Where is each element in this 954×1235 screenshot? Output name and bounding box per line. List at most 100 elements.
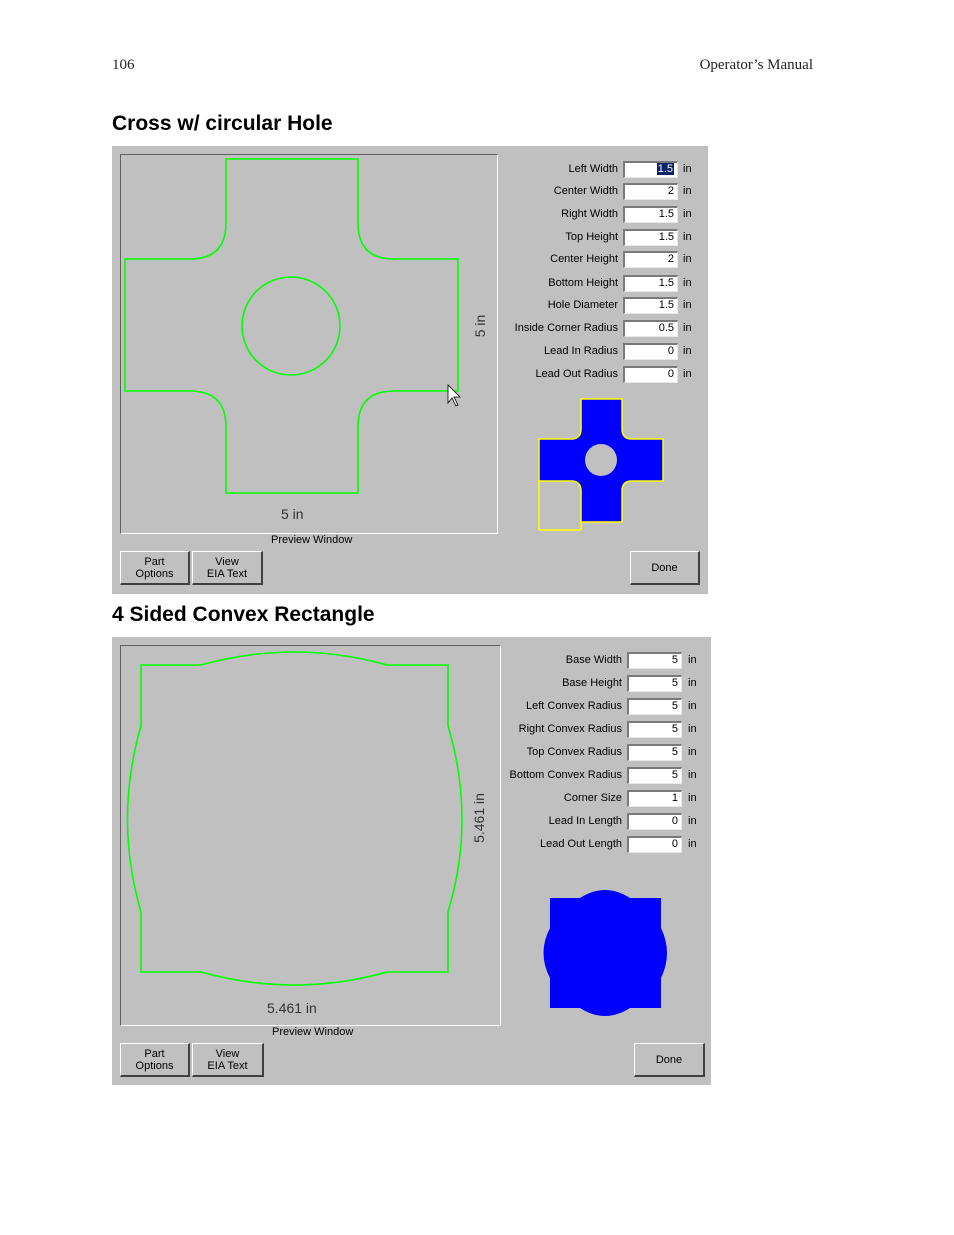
preview-window: 5 in 5 in <box>120 154 498 534</box>
unit-label: in <box>688 838 697 850</box>
convex-thumbnail <box>543 890 667 1016</box>
field-base-height: Base Height <box>506 675 622 693</box>
unit-label: in <box>683 345 692 357</box>
unit-label: in <box>683 368 692 380</box>
field-label: Lead In Length <box>548 815 622 827</box>
convex-dialog: 5.461 in 5.461 in Preview Window Base Wi… <box>112 637 711 1085</box>
field-label: Lead Out Radius <box>535 368 618 380</box>
field-label: Base Height <box>562 677 622 689</box>
field-base-width: Base Width <box>506 652 622 670</box>
unit-label: in <box>683 163 692 175</box>
convex-outline <box>126 651 463 986</box>
done-button[interactable]: Done <box>634 1043 705 1077</box>
field-bottom-height: Bottom Height <box>508 275 618 293</box>
height-dimension: 5.461 in <box>471 793 487 843</box>
done-button[interactable]: Done <box>630 551 700 585</box>
bottom-height-input[interactable]: 1.5 <box>623 275 678 292</box>
field-label: Top Height <box>565 231 618 243</box>
view-eia-text-button[interactable]: View EIA Text <box>192 551 263 585</box>
bottom-convex-radius-input[interactable]: 5 <box>627 767 682 784</box>
field-center-width: Center Width <box>508 183 618 201</box>
unit-label: in <box>688 654 697 666</box>
top-height-input[interactable]: 1.5 <box>623 229 678 246</box>
unit-label: in <box>688 700 697 712</box>
part-options-button[interactable]: Part Options <box>120 551 190 585</box>
field-right-width: Right Width <box>508 206 618 224</box>
cross-dialog: 5 in 5 in Preview Window Left Width 1.5 … <box>112 146 708 594</box>
field-label: Center Height <box>550 253 618 265</box>
field-bottom-convex-radius: Bottom Convex Radius <box>496 767 623 785</box>
field-label: Lead Out Length <box>540 838 622 850</box>
field-left-width: Left Width <box>508 161 618 179</box>
field-lead-out-radius: Lead Out Radius <box>508 366 618 384</box>
width-dimension: 5.461 in <box>267 1000 317 1016</box>
field-lead-in-length: Lead In Length <box>506 813 622 831</box>
base-height-input[interactable]: 5 <box>627 675 682 692</box>
right-width-input[interactable]: 1.5 <box>623 206 678 223</box>
field-center-height: Center Height <box>508 251 618 269</box>
view-eia-text-button[interactable]: View EIA Text <box>192 1043 264 1077</box>
unit-label: in <box>688 746 697 758</box>
hole-diameter-input[interactable]: 1.5 <box>623 297 678 314</box>
cross-shape <box>124 158 459 494</box>
field-corner-size: Corner Size <box>506 790 622 808</box>
field-label: Inside Corner Radius <box>514 322 618 334</box>
base-width-input[interactable]: 5 <box>627 652 682 669</box>
unit-label: in <box>683 253 692 265</box>
unit-label: in <box>683 208 692 220</box>
left-width-input[interactable]: 1.5 <box>623 161 678 178</box>
field-hole-diameter: Hole Diameter <box>508 297 618 315</box>
field-label: Corner Size <box>563 792 622 804</box>
part-options-button[interactable]: Part Options <box>120 1043 190 1077</box>
section-heading-convex: 4 Sided Convex Rectangle <box>112 603 375 626</box>
unit-label: in <box>683 231 692 243</box>
lead-out-length-input[interactable]: 0 <box>627 836 682 853</box>
preview-caption: Preview Window <box>272 1026 354 1038</box>
field-label: Right Convex Radius <box>518 723 622 735</box>
unit-label: in <box>683 322 692 334</box>
inside-corner-radius-input[interactable]: 0.5 <box>623 320 678 337</box>
field-label: Right Width <box>561 208 618 220</box>
top-convex-radius-input[interactable]: 5 <box>627 744 682 761</box>
field-top-convex-radius: Top Convex Radius <box>506 744 622 762</box>
preview-window: 5.461 in 5.461 in <box>120 645 501 1026</box>
field-lead-out-length: Lead Out Length <box>506 836 622 854</box>
page-number: 106 <box>112 57 135 73</box>
thumb-convex-shape <box>543 890 667 1016</box>
unit-label: in <box>683 185 692 197</box>
preview-caption: Preview Window <box>271 534 353 546</box>
field-label: Bottom Height <box>548 277 618 289</box>
unit-label: in <box>683 277 692 289</box>
convex-rect-shape <box>126 651 463 986</box>
thumb-hole <box>585 444 617 476</box>
hole-circle <box>241 276 341 376</box>
right-convex-radius-input[interactable]: 5 <box>627 721 682 738</box>
section-heading-cross: Cross w/ circular Hole <box>112 112 333 135</box>
field-inside-corner-radius: Inside Corner Radius <box>498 320 618 338</box>
field-top-height: Top Height <box>508 229 618 247</box>
left-convex-radius-input[interactable]: 5 <box>627 698 682 715</box>
field-right-convex-radius: Right Convex Radius <box>506 721 622 739</box>
lead-in-radius-input[interactable]: 0 <box>623 343 678 360</box>
field-label: Center Width <box>553 185 618 197</box>
unit-label: in <box>688 677 697 689</box>
center-height-input[interactable]: 2 <box>623 251 678 268</box>
field-label: Top Convex Radius <box>526 746 622 758</box>
width-dimension: 5 in <box>281 506 304 522</box>
center-width-input[interactable]: 2 <box>623 183 678 200</box>
unit-label: in <box>683 299 692 311</box>
unit-label: in <box>688 723 697 735</box>
field-label: Hole Diameter <box>547 299 618 311</box>
manual-title: Operator’s Manual <box>699 57 813 73</box>
field-label: Bottom Convex Radius <box>509 769 623 781</box>
field-label: Left Convex Radius <box>526 700 622 712</box>
lead-out-radius-input[interactable]: 0 <box>623 366 678 383</box>
field-left-convex-radius: Left Convex Radius <box>506 698 622 716</box>
unit-label: in <box>688 815 697 827</box>
cross-thumbnail <box>538 398 664 531</box>
corner-size-input[interactable]: 1 <box>627 790 682 807</box>
field-lead-in-radius: Lead In Radius <box>508 343 618 361</box>
lead-in-length-input[interactable]: 0 <box>627 813 682 830</box>
field-label: Base Width <box>565 654 622 666</box>
unit-label: in <box>688 769 697 781</box>
